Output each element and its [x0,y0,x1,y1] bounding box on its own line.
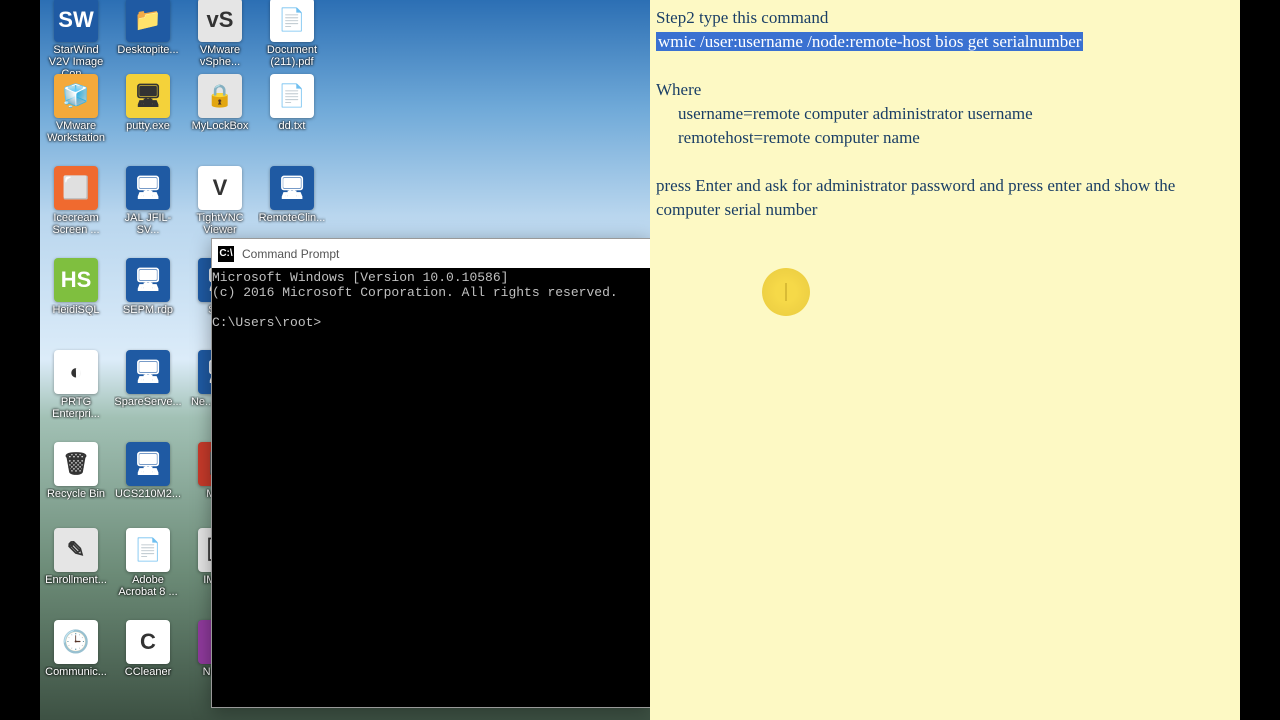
desktop-icon[interactable]: 📄Adobe Acrobat 8 ... [114,528,182,598]
desktop-icon[interactable]: C CCleaner [114,620,182,678]
desktop-icon[interactable]: 🖥 putty.exe [114,74,182,132]
desktop-icon[interactable]: 🕒 Communic... [42,620,110,678]
desktop-icon-label: HeidiSQL [42,304,110,316]
desktop-icon-label: VMware vSphe... [186,44,254,68]
app-icon: 🖥 [126,258,170,302]
desktop-icon[interactable]: 🖥JAL JFIL-SV... [114,166,182,236]
app-icon: 📄 [270,0,314,42]
note-line-where: Where [656,78,1234,102]
app-icon: 🗑 [54,442,98,486]
desktop-icon-label: Adobe Acrobat 8 ... [114,574,182,598]
desktop-icon-label: UCS210M2... [114,488,182,500]
desktop-icon-label: SEPM.rdp [114,304,182,316]
desktop-icon-label: MyLockBox [186,120,254,132]
desktop-icon[interactable]: SWStarWind V2V Image Con... [42,0,110,80]
app-icon: 🖥 [126,166,170,210]
cursor-highlight-icon [762,268,810,316]
desktop-icon[interactable]: 🖥 UCS210M2... [114,442,182,500]
note-line-step: Step2 type this command [656,6,1234,30]
desktop-icon[interactable]: ✎ Enrollment... [42,528,110,586]
desktop-icon-label: Icecream Screen ... [42,212,110,236]
desktop-icon-label: RemoteClin... [258,212,326,224]
desktop-icon[interactable]: 🔒 MyLockBox [186,74,254,132]
note-line-username: username=remote computer administrator u… [656,102,1234,126]
desktop-icon[interactable]: 📁 Desktopite... [114,0,182,56]
desktop-icon[interactable]: 🖥 SpareServe... [114,350,182,408]
desktop-icon-label: PRTG Enterpri... [42,396,110,420]
app-icon: 🖥 [126,442,170,486]
sticky-note[interactable]: Step2 type this command wmic /user:usern… [650,0,1240,720]
highlighted-command: wmic /user:username /node:remote-host bi… [656,32,1083,51]
desktop-icon-label: Document (211).pdf [258,44,326,68]
desktop-icon[interactable]: 🖥 RemoteClin... [258,166,326,224]
command-prompt-window[interactable]: C:\ Command Prompt Microsoft Windows [Ve… [211,238,651,708]
desktop-icon[interactable]: 🖥 SEPM.rdp [114,258,182,316]
app-icon: vS [198,0,242,42]
desktop-icon[interactable]: ◐PRTG Enterpri... [42,350,110,420]
note-line-command: wmic /user:username /node:remote-host bi… [656,30,1234,54]
app-icon: V [198,166,242,210]
note-line-remotehost: remotehost=remote computer name [656,126,1234,150]
desktop-icon[interactable]: 🧊VMware Workstation [42,74,110,144]
desktop-icon[interactable]: VTightVNC Viewer [186,166,254,236]
desktop-icon-label: Communic... [42,666,110,678]
desktop-icon-label: JAL JFIL-SV... [114,212,182,236]
window-title: Command Prompt [242,247,339,261]
note-line-instruction: press Enter and ask for administrator pa… [656,174,1234,222]
letterbox-left [0,0,40,720]
desktop-icon-label: CCleaner [114,666,182,678]
app-icon: ⬜ [54,166,98,210]
desktop-icon-label: Recycle Bin [42,488,110,500]
desktop-icon[interactable]: HS HeidiSQL [42,258,110,316]
app-icon: 📄 [270,74,314,118]
letterbox-right [1240,0,1280,720]
app-icon: 📁 [126,0,170,42]
desktop-icon[interactable]: 📄 dd.txt [258,74,326,132]
desktop-icon-label: TightVNC Viewer [186,212,254,236]
app-icon: ✎ [54,528,98,572]
desktop-icon[interactable]: 🗑 Recycle Bin [42,442,110,500]
app-icon: 🔒 [198,74,242,118]
desktop-icon-label: SpareServe... [114,396,182,408]
desktop-icon-label: putty.exe [114,120,182,132]
cmd-icon: C:\ [218,246,234,262]
app-icon: ◐ [54,350,98,394]
command-prompt-body[interactable]: Microsoft Windows [Version 10.0.10586] (… [212,268,650,707]
desktop-icon[interactable]: ⬜Icecream Screen ... [42,166,110,236]
desktop-icon[interactable]: vSVMware vSphe... [186,0,254,68]
screen: SWStarWind V2V Image Con... 📁 Desktopite..… [0,0,1280,720]
app-icon: 🕒 [54,620,98,664]
app-icon: HS [54,258,98,302]
desktop-icon-label: VMware Workstation [42,120,110,144]
app-icon: 🖥 [126,350,170,394]
command-prompt-titlebar[interactable]: C:\ Command Prompt [212,239,650,268]
app-icon: SW [54,0,98,42]
app-icon: C [126,620,170,664]
desktop-icon-label: Enrollment... [42,574,110,586]
app-icon: 🧊 [54,74,98,118]
desktop-icon-label: Desktopite... [114,44,182,56]
desktop-icon[interactable]: 📄Document (211).pdf [258,0,326,68]
app-icon: 📄 [126,528,170,572]
app-icon: 🖥 [270,166,314,210]
desktop-icon-label: dd.txt [258,120,326,132]
app-icon: 🖥 [126,74,170,118]
